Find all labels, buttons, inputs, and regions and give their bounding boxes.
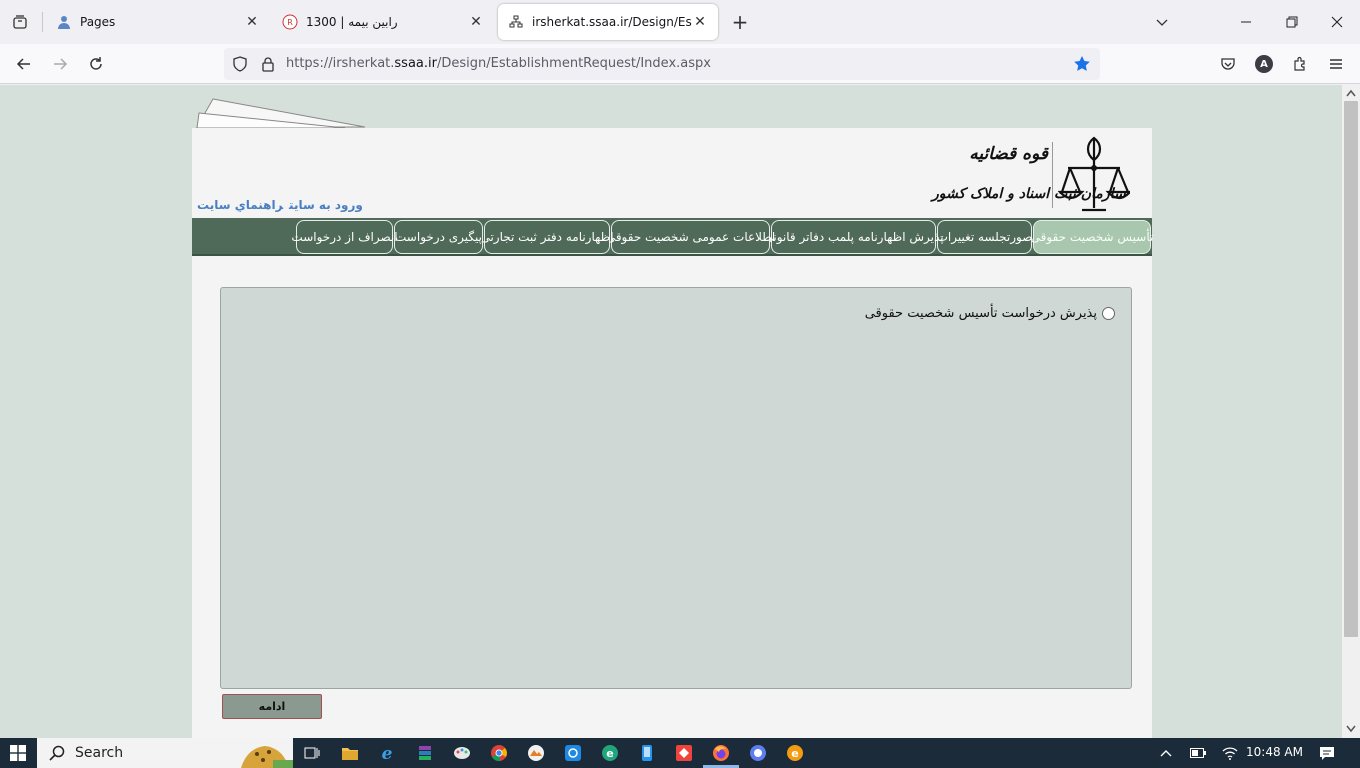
- minimize-icon[interactable]: [1232, 8, 1260, 36]
- phone-app-icon[interactable]: [637, 743, 657, 763]
- reload-icon[interactable]: [82, 50, 110, 78]
- close-window-icon[interactable]: [1323, 8, 1351, 36]
- firefox-icon[interactable]: [711, 743, 731, 763]
- orange-browser-icon[interactable]: e: [785, 743, 805, 763]
- tab-pages[interactable]: Pages ✕: [46, 4, 270, 40]
- internet-explorer-icon[interactable]: e: [377, 743, 397, 763]
- page-viewport: قوه قضائیه سازمان ثبت اسناد و املاک کشور…: [0, 85, 1342, 738]
- menu-item-cancel-request[interactable]: انصراف از درخواست: [291, 220, 398, 254]
- taskbar-search-box[interactable]: Search: [37, 738, 293, 768]
- establishment-option[interactable]: پذیرش درخواست تأسیس شخصیت حقوقی: [865, 306, 1115, 321]
- wifi-icon[interactable]: [1222, 745, 1238, 761]
- logo-text-judiciary: قوه قضائیه: [969, 144, 1048, 164]
- svg-text:e: e: [606, 747, 613, 760]
- pocket-icon[interactable]: [1214, 50, 1242, 78]
- windows-taskbar: Search e e e 10:48 AM: [0, 738, 1360, 768]
- bookmark-star-icon[interactable]: [1072, 54, 1092, 74]
- user-avatar-icon: [56, 14, 72, 30]
- extensions-puzzle-icon[interactable]: [1286, 50, 1314, 78]
- menu-item-change-minutes[interactable]: صورتجلسه تغییرات: [937, 220, 1032, 254]
- url-text: https://irsherkat.ssaa.ir/Design/Establi…: [286, 56, 711, 71]
- tab-title: irsherkat.ssaa.ir/Design/Establis: [532, 15, 692, 29]
- svg-text:R: R: [287, 18, 293, 27]
- task-view-icon[interactable]: [302, 743, 322, 763]
- edge-icon[interactable]: e: [600, 743, 620, 763]
- winrar-icon[interactable]: [415, 743, 435, 763]
- menu-item-general-info[interactable]: اطلاعات عمومی شخصیت حقوقی: [606, 220, 775, 254]
- file-explorer-icon[interactable]: [340, 743, 360, 763]
- tray-chevron-up-icon[interactable]: [1158, 745, 1174, 761]
- new-tab-icon[interactable]: +: [728, 10, 752, 34]
- main-menu: تأسیس شخصیت حقوقی صورتجلسه تغییرات پذیرش…: [192, 218, 1153, 256]
- scroll-up-arrow-icon[interactable]: [1345, 87, 1357, 99]
- judiciary-emblem-icon: [1058, 136, 1130, 212]
- colorful-app-icon[interactable]: [526, 743, 546, 763]
- account-avatar[interactable]: A: [1250, 50, 1278, 78]
- menu-item-track-request[interactable]: پیگیری درخواست: [394, 220, 483, 254]
- chevron-down-icon[interactable]: [1148, 8, 1176, 36]
- svg-text:e: e: [791, 747, 798, 760]
- establishment-option-label: پذیرش درخواست تأسیس شخصیت حقوقی: [864, 306, 1097, 321]
- screen-capture-icon[interactable]: [563, 743, 583, 763]
- search-highlight-image: [241, 746, 293, 768]
- browser-tab-bar: Pages ✕ R رابین بیمه | 1300 ✕ irsherkat.…: [0, 0, 1360, 44]
- logo-text-organization: سازمان ثبت اسناد و املاک کشور: [932, 186, 1126, 202]
- svg-text:e: e: [382, 744, 393, 762]
- lock-icon[interactable]: [258, 54, 278, 74]
- tab-irsherkat[interactable]: irsherkat.ssaa.ir/Design/Establis ✕: [498, 4, 718, 40]
- tab-separator: [42, 12, 43, 32]
- battery-icon[interactable]: [1190, 745, 1206, 761]
- search-icon: [47, 743, 67, 763]
- request-panel: پذیرش درخواست تأسیس شخصیت حقوقی: [220, 287, 1132, 689]
- notification-icon[interactable]: [1319, 745, 1335, 761]
- top-links: ورود به سایت راهنماي سایت: [197, 198, 369, 212]
- site-header: قوه قضائیه سازمان ثبت اسناد و املاک کشور…: [192, 128, 1152, 218]
- tab-title: رابین بیمه | 1300: [306, 15, 398, 29]
- close-icon[interactable]: ✕: [468, 14, 484, 30]
- browser-nav-bar: https://irsherkat.ssaa.ir/Design/Establi…: [0, 44, 1360, 84]
- rabin-logo-icon: R: [282, 14, 298, 30]
- page-container: قوه قضائیه سازمان ثبت اسناد و املاک کشور…: [192, 128, 1153, 738]
- tab-title: Pages: [80, 15, 116, 29]
- browser-app-icon[interactable]: [748, 743, 768, 763]
- hamburger-menu-icon[interactable]: [1322, 50, 1350, 78]
- establishment-radio[interactable]: [1102, 307, 1115, 320]
- search-label: Search: [75, 745, 124, 761]
- sitemap-icon: [508, 14, 524, 30]
- scroll-thumb[interactable]: [1344, 101, 1358, 637]
- taskbar-clock[interactable]: 10:48 AM: [1246, 745, 1303, 759]
- continue-button[interactable]: ادامه: [222, 694, 322, 719]
- page-scrollbar[interactable]: [1342, 85, 1360, 738]
- site-login-link[interactable]: ورود به سایت: [289, 198, 363, 212]
- back-arrow-icon[interactable]: [10, 50, 38, 78]
- tab-rabin-bimeh[interactable]: R رابین بیمه | 1300 ✕: [272, 4, 494, 40]
- menu-item-establishment[interactable]: تأسیس شخصیت حقوقی: [1031, 220, 1153, 254]
- site-help-link[interactable]: راهنماي سایت: [197, 198, 283, 212]
- paper-stack-decoration: [196, 98, 366, 129]
- forward-arrow-icon[interactable]: [46, 50, 74, 78]
- windows-start-icon[interactable]: [0, 738, 36, 768]
- menu-item-legal-books-seal[interactable]: پذیرش اظهارنامه پلمب دفاتر قانونی: [763, 220, 944, 254]
- restore-icon[interactable]: [1278, 8, 1306, 36]
- scroll-down-arrow-icon[interactable]: [1345, 723, 1357, 735]
- paint-icon[interactable]: [452, 743, 472, 763]
- anydesk-icon[interactable]: [674, 743, 694, 763]
- address-bar[interactable]: https://irsherkat.ssaa.ir/Design/Establi…: [224, 48, 1100, 80]
- chrome-icon[interactable]: [489, 743, 509, 763]
- close-icon[interactable]: ✕: [244, 14, 260, 30]
- close-icon[interactable]: ✕: [692, 14, 708, 30]
- shield-icon[interactable]: [230, 54, 250, 74]
- menu-item-commercial-registry[interactable]: اظهارنامه دفتر ثبت تجارتی: [480, 220, 614, 254]
- tab-list-icon[interactable]: [8, 10, 32, 34]
